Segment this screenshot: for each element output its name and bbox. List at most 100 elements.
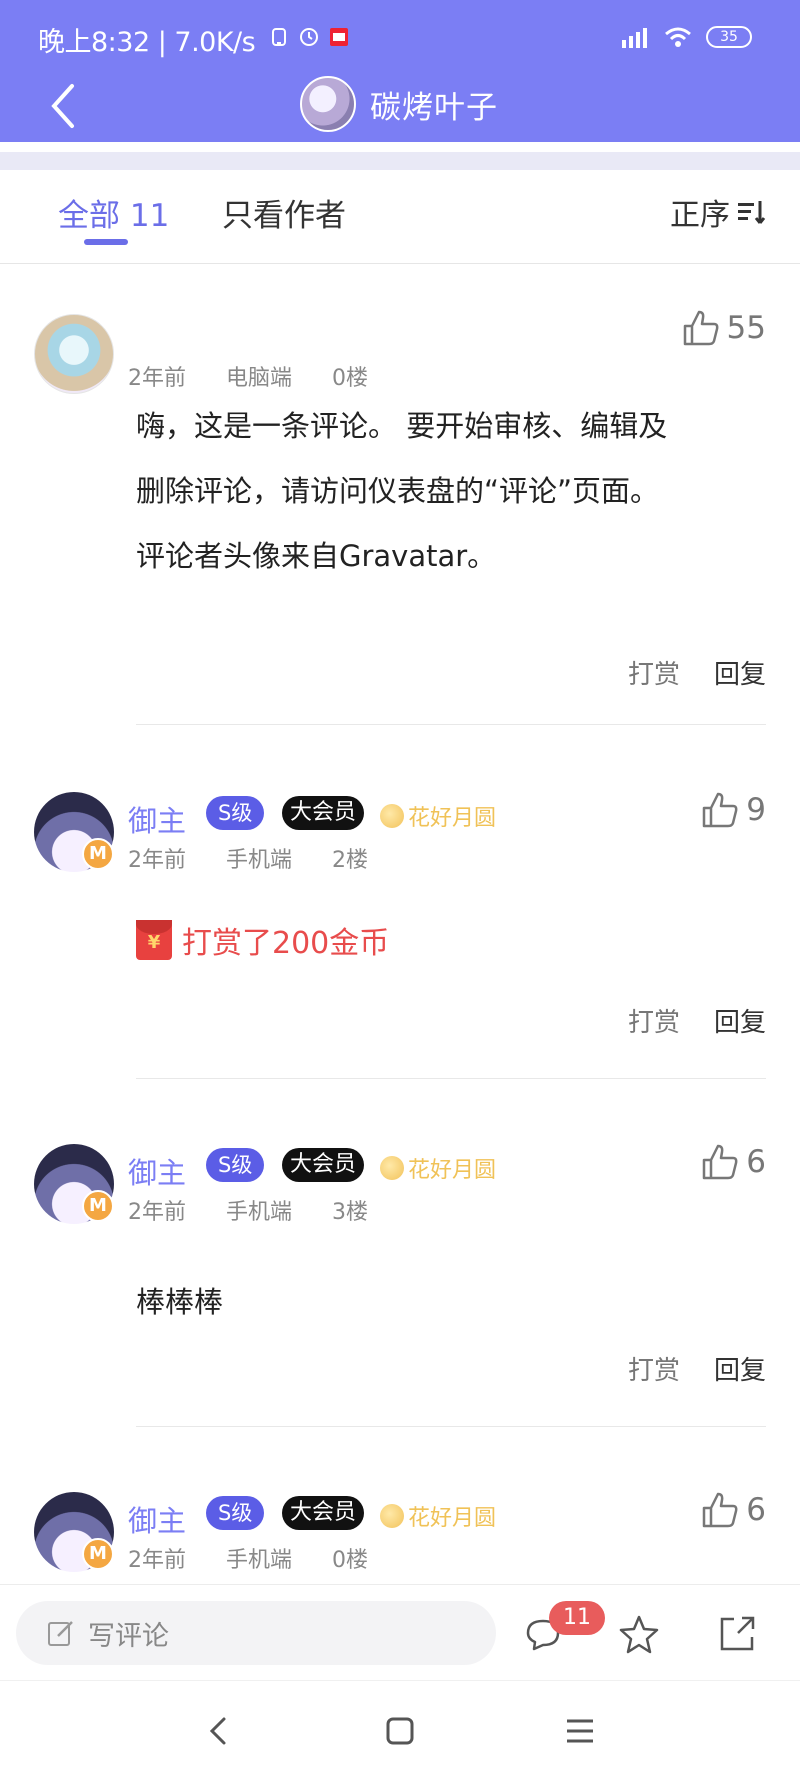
- comment-time: 2年前: [128, 848, 186, 873]
- thumbs-up-icon: [703, 792, 738, 828]
- battery-indicator: 35: [706, 26, 752, 48]
- medal-badge: 花好月圆: [380, 800, 496, 832]
- comment-floor: 0楼: [332, 1548, 369, 1573]
- medal-label: 花好月圆: [408, 1158, 497, 1183]
- medal-badge: 花好月圆: [380, 1500, 496, 1532]
- vip-badge: 大会员: [282, 796, 365, 830]
- comment-floor: 0楼: [332, 366, 369, 391]
- vip-badge: 大会员: [282, 1148, 365, 1182]
- comment-line: 评论者头像来自Gravatar。: [136, 539, 497, 573]
- comment-device: 手机端: [226, 848, 293, 873]
- comment-body: 棒棒棒: [136, 1285, 224, 1319]
- commenter-name[interactable]: 御主: [128, 1498, 186, 1540]
- app-notify-icon: [330, 28, 348, 46]
- title-group: 碳烤叶子: [300, 76, 498, 132]
- medal-label: 花好月圆: [408, 806, 497, 831]
- vip-badge: 大会员: [282, 1496, 365, 1530]
- system-indicators: 35: [620, 26, 752, 48]
- level-badge: S级: [206, 1148, 265, 1182]
- share-icon[interactable]: [716, 1613, 758, 1655]
- thumbs-up-icon: [703, 1144, 738, 1180]
- back-icon[interactable]: [44, 78, 84, 134]
- thumbs-up-icon: [703, 1492, 738, 1528]
- reward-button[interactable]: 打赏: [628, 1350, 680, 1387]
- header: 晚上8:32 | 7.0K/s 35 碳烤叶子: [0, 0, 800, 142]
- like-button[interactable]: 9: [700, 790, 766, 830]
- comment-floor: 2楼: [332, 848, 369, 873]
- reply-button[interactable]: 回复: [714, 1002, 766, 1039]
- bottom-bar: 写评论 11: [0, 1584, 800, 1678]
- comment-body: 嗨，这是一条评论。 要开始审核、编辑及 删除评论，请访问仪表盘的“评论”页面。 …: [136, 394, 766, 589]
- star-icon[interactable]: [618, 1613, 660, 1655]
- like-button[interactable]: 55: [681, 308, 766, 348]
- comment-device: 手机端: [226, 1548, 293, 1573]
- system-nav-bar: [0, 1680, 800, 1778]
- medal-badge: 花好月圆: [380, 1152, 496, 1184]
- vibrate-icon: [272, 28, 286, 46]
- sort-label: 正序: [670, 198, 730, 233]
- like-count: 55: [726, 310, 766, 346]
- comment-actions: 打赏 回复: [628, 1002, 766, 1039]
- member-badge: M: [82, 838, 114, 870]
- member-badge: M: [82, 1190, 114, 1222]
- comment-meta: 2年前 手机端 3楼: [128, 1194, 408, 1226]
- comment-device: 电脑端: [226, 366, 293, 391]
- nav-menu-icon[interactable]: [564, 1715, 596, 1747]
- like-button[interactable]: 6: [700, 1142, 766, 1182]
- tab-active-indicator: [84, 239, 128, 245]
- comment-time: 2年前: [128, 1200, 186, 1225]
- moon-medal-icon: [380, 804, 404, 828]
- reward-button[interactable]: 打赏: [628, 1002, 680, 1039]
- page-title: 碳烤叶子: [370, 89, 498, 126]
- divider: [136, 1078, 766, 1079]
- divider: [136, 1426, 766, 1427]
- avatar[interactable]: [34, 314, 114, 394]
- comment-input-placeholder: 写评论: [88, 1620, 169, 1652]
- thumbs-up-icon: [683, 310, 718, 346]
- comment-device: 手机端: [226, 1200, 293, 1225]
- nav-home-icon[interactable]: [384, 1715, 416, 1747]
- medal-label: 花好月圆: [408, 1506, 497, 1531]
- alarm-icon: [300, 28, 318, 46]
- nav-back-icon[interactable]: [204, 1715, 236, 1747]
- comment-floor: 3楼: [332, 1200, 369, 1225]
- comment-line: 嗨，这是一条评论。 要开始审核、编辑及: [136, 409, 668, 443]
- comment-meta: 2年前 手机端 2楼: [128, 842, 408, 874]
- tab-all[interactable]: 全部 11: [58, 190, 169, 235]
- reply-button[interactable]: 回复: [714, 654, 766, 691]
- level-badge: S级: [206, 1496, 265, 1530]
- status-icons: [268, 26, 350, 48]
- commenter-name[interactable]: 御主: [128, 798, 186, 840]
- level-badge: S级: [206, 796, 265, 830]
- comment-meta: 2年前 电脑端 0楼: [128, 360, 408, 392]
- like-count: 6: [746, 1492, 766, 1528]
- comment-time: 2年前: [128, 366, 186, 391]
- like-count: 9: [746, 792, 766, 828]
- moon-medal-icon: [380, 1504, 404, 1528]
- comment-actions: 打赏 回复: [628, 654, 766, 691]
- comment-time: 2年前: [128, 1548, 186, 1573]
- sort-button[interactable]: 正序: [670, 190, 766, 234]
- wifi-icon: [665, 27, 691, 47]
- member-badge: M: [82, 1538, 114, 1570]
- status-time: 晚上8:32 | 7.0K/s: [38, 27, 256, 58]
- nav-bar: 碳烤叶子: [0, 72, 800, 142]
- reply-button[interactable]: 回复: [714, 1350, 766, 1387]
- like-button[interactable]: 6: [700, 1490, 766, 1530]
- tab-author-only[interactable]: 只看作者: [222, 190, 346, 235]
- edit-icon: [48, 1621, 73, 1646]
- comment-input[interactable]: 写评论: [16, 1601, 496, 1665]
- header-band: [0, 152, 800, 170]
- reward-text: 打赏了200金币: [182, 926, 390, 961]
- tab-bar: 全部 11 只看作者 正序: [0, 172, 800, 264]
- reward-message: 打赏了200金币: [136, 918, 389, 962]
- author-avatar[interactable]: [300, 76, 356, 132]
- divider: [136, 724, 766, 725]
- commenter-name[interactable]: 御主: [128, 1150, 186, 1192]
- comment-count-badge: 11: [549, 1601, 605, 1635]
- like-count: 6: [746, 1144, 766, 1180]
- sort-icon: [738, 201, 766, 224]
- reward-button[interactable]: 打赏: [628, 654, 680, 691]
- comment-actions: 打赏 回复: [628, 1350, 766, 1387]
- comment-meta: 2年前 手机端 0楼: [128, 1542, 408, 1574]
